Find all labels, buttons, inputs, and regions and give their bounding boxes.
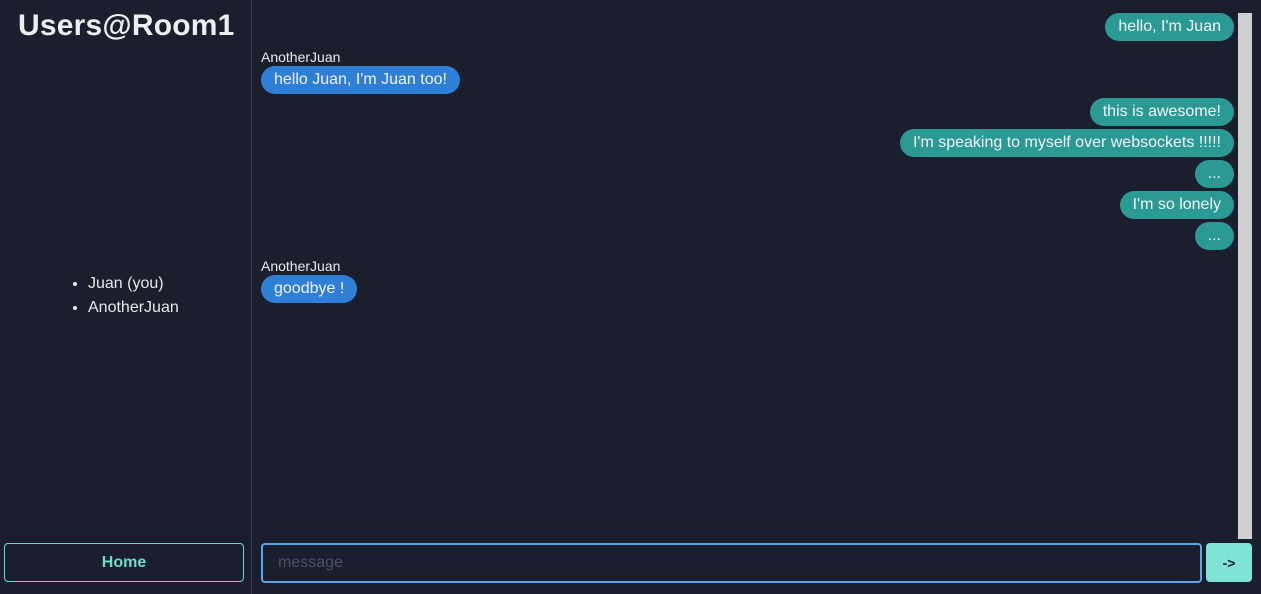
- message-bubble: this is awesome!: [1089, 98, 1234, 126]
- sidebar: Users@Room1 Juan (you) AnotherJuan Home: [0, 0, 252, 594]
- home-button[interactable]: Home: [4, 543, 244, 582]
- their-message: AnotherJuan hello Juan, I'm Juan too!: [261, 49, 1234, 94]
- message-bubble: hello, I'm Juan: [1105, 13, 1234, 41]
- my-message: hello, I'm Juan: [261, 13, 1234, 41]
- message-bubble: ...: [1194, 222, 1234, 250]
- message-input[interactable]: [261, 543, 1202, 583]
- room-title: Users@Room1: [18, 9, 235, 42]
- my-message: I'm speaking to myself over websockets !…: [261, 129, 1234, 157]
- message-list[interactable]: hello, I'm Juan AnotherJuan hello Juan, I'…: [253, 13, 1238, 539]
- message-bubble: hello Juan, I'm Juan too!: [261, 66, 460, 94]
- message-bubble: goodbye !: [261, 275, 358, 303]
- user-list: Juan (you) AnotherJuan: [74, 272, 179, 320]
- my-message: ...: [261, 222, 1234, 250]
- my-message: ...: [261, 160, 1234, 188]
- send-button[interactable]: ->: [1206, 543, 1252, 582]
- user-list-item: AnotherJuan: [88, 296, 179, 320]
- my-message: this is awesome!: [261, 98, 1234, 126]
- message-bubble: ...: [1194, 160, 1234, 188]
- their-message: AnotherJuan goodbye !: [261, 258, 1234, 303]
- my-message: I'm so lonely: [261, 191, 1234, 219]
- message-sender: AnotherJuan: [261, 258, 341, 274]
- message-bubble: I'm speaking to myself over websockets !…: [899, 129, 1234, 157]
- user-list-item: Juan (you): [88, 272, 179, 296]
- message-bubble: I'm so lonely: [1119, 191, 1234, 219]
- message-list-scrollbar[interactable]: [1238, 13, 1252, 539]
- message-sender: AnotherJuan: [261, 49, 341, 65]
